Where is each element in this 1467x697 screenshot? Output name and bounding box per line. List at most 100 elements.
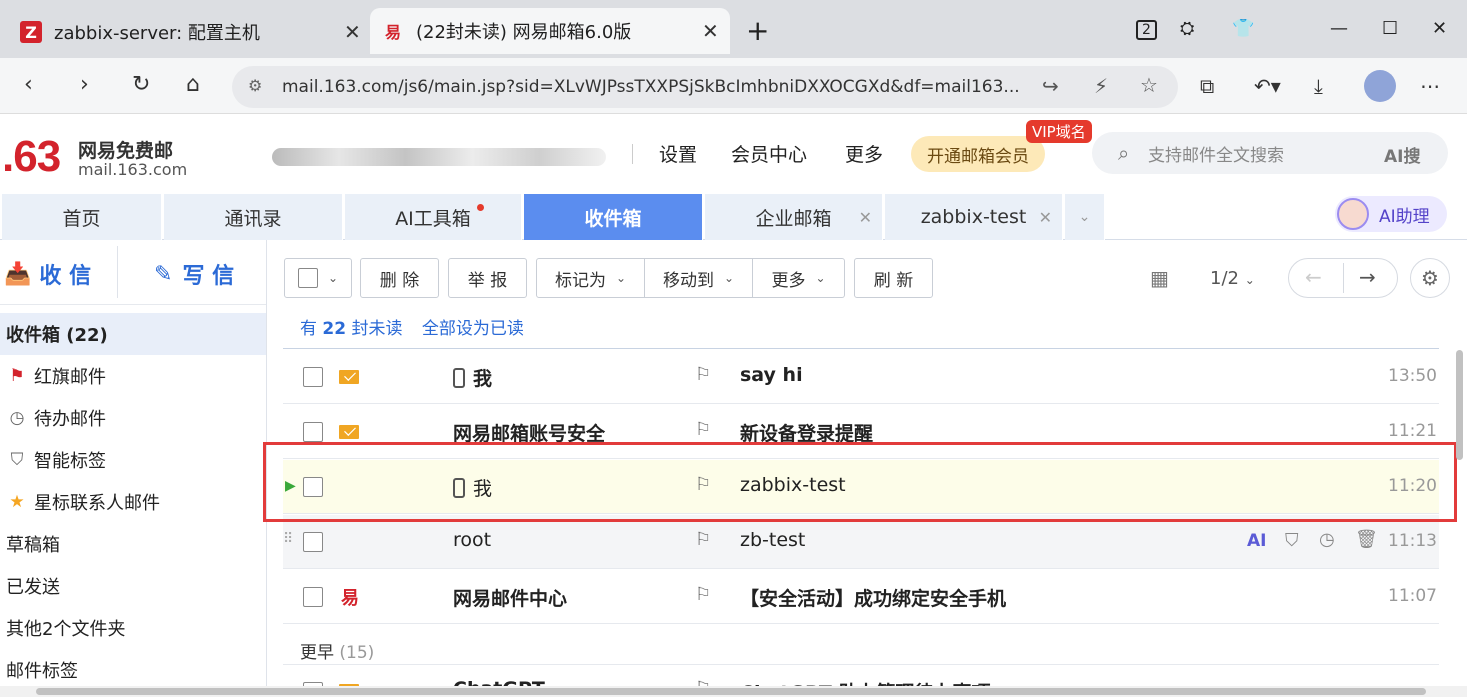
select-all-dropdown[interactable]: ⌄ <box>284 258 352 298</box>
horizontal-scrollbar[interactable] <box>0 686 1467 697</box>
clock-icon[interactable]: ◷ <box>1319 529 1335 550</box>
bolt-icon[interactable]: ⚡ <box>1094 74 1108 98</box>
member-center-link[interactable]: 会员中心 <box>731 140 807 167</box>
flag-icon: ⚑ <box>9 366 25 386</box>
bookmark-star-icon[interactable]: ☆ <box>1140 73 1158 97</box>
vip-membership-button[interactable]: 开通邮箱会员 <box>911 136 1045 172</box>
more-dropdown[interactable]: 更多 ⌄ <box>753 258 845 298</box>
sidebar-item-todo[interactable]: ◷ 待办邮件 <box>0 397 266 439</box>
maximize-icon[interactable]: ☐ <box>1382 18 1398 39</box>
incognito-icon[interactable]: ⛭ <box>1180 18 1194 39</box>
search-input[interactable]: ⌕ 支持邮件全文搜索 AI搜 <box>1092 132 1448 174</box>
tab-inbox[interactable]: 收件箱 <box>524 194 703 240</box>
close-tab-icon[interactable]: ✕ <box>702 19 719 43</box>
tab-home[interactable]: 首页 <box>2 194 162 240</box>
refresh-button[interactable]: 刷 新 <box>854 258 933 298</box>
mark-all-read-link[interactable]: 全部设为已读 <box>422 319 524 339</box>
site-info-icon[interactable]: ⚙ <box>248 76 262 95</box>
tab-contacts[interactable]: 通讯录 <box>164 194 343 240</box>
mail-checkbox[interactable] <box>303 367 323 387</box>
earlier-group-header[interactable]: 更早 (15) <box>300 638 374 663</box>
flag-outline-icon[interactable]: ⚐ <box>695 529 711 550</box>
scroll-thumb[interactable] <box>36 688 1426 695</box>
trash-icon[interactable]: 🗑 <box>1355 529 1378 550</box>
select-all-checkbox[interactable] <box>297 268 318 288</box>
flag-outline-icon[interactable]: ⚐ <box>695 419 711 440</box>
calendar-icon[interactable]: ▦ <box>1150 266 1169 290</box>
sidebar-item-label: 收件箱 (22) <box>6 325 108 346</box>
close-tab-icon[interactable]: ✕ <box>859 208 872 227</box>
undo-icon[interactable]: ↶▾ <box>1254 74 1281 98</box>
divider <box>283 664 1439 665</box>
browser-tab-zabbix[interactable]: Z zabbix-server: 配置主机 ✕ <box>20 10 365 54</box>
ai-search-button[interactable]: AI搜 <box>1384 142 1420 167</box>
reload-icon[interactable]: ↻ <box>132 72 150 97</box>
next-page-icon[interactable]: → <box>1359 265 1376 289</box>
tabs-overflow-button[interactable]: ⌄ <box>1065 194 1105 240</box>
more-menu-icon[interactable]: ⋯ <box>1420 74 1440 98</box>
group-label: 更早 <box>300 643 334 663</box>
mail-row[interactable]: 我 ⚐ say hi 13:50 <box>283 350 1439 404</box>
unread-suffix: 封未读 <box>351 319 403 339</box>
settings-link[interactable]: 设置 <box>659 140 697 167</box>
vip-domain-tag[interactable]: VIP域名 <box>1026 120 1092 143</box>
forward-icon[interactable]: › <box>80 72 89 97</box>
mail-time: 11:13 <box>1388 531 1437 551</box>
minimize-icon[interactable]: — <box>1330 18 1348 39</box>
tab-enterprise-mail[interactable]: 企业邮箱 ✕ <box>705 194 883 240</box>
divider <box>1343 263 1344 293</box>
back-icon[interactable]: ‹ <box>24 72 33 97</box>
sidebar-item-drafts[interactable]: 草稿箱 <box>0 523 266 565</box>
list-settings-gear-icon[interactable]: ⚙ <box>1410 258 1450 298</box>
chevron-down-icon: ⌄ <box>723 271 735 285</box>
share-icon[interactable]: ↪ <box>1042 74 1059 98</box>
tab-count-icon[interactable]: 2 <box>1136 20 1157 40</box>
flag-outline-icon[interactable]: ⚐ <box>695 364 711 385</box>
url-field[interactable]: ⚙ mail.163.com/js6/main.jsp?sid=XLvWJPss… <box>232 66 1178 108</box>
sidebar-item-inbox[interactable]: 收件箱 (22) <box>0 313 266 355</box>
browser-tab-mail[interactable]: 易 (22封未读) 网易邮箱6.0版 ✕ <box>370 8 730 54</box>
tab-ai-toolbox[interactable]: AI工具箱 <box>345 194 522 240</box>
mark-as-dropdown[interactable]: 标记为 ⌄ <box>536 258 645 298</box>
sidebar-item-red-flag[interactable]: ⚑ 红旗邮件 <box>0 355 266 397</box>
mail-checkbox[interactable] <box>303 532 323 552</box>
prev-page-icon[interactable]: ← <box>1305 265 1322 289</box>
close-tab-icon[interactable]: ✕ <box>1039 208 1052 227</box>
mail-checkbox[interactable] <box>303 422 323 442</box>
ai-summary-icon[interactable]: AI <box>1247 531 1266 551</box>
sidebar-item-other-folders[interactable]: 其他2个文件夹 <box>0 607 266 649</box>
move-to-label: 移动到 <box>662 270 714 291</box>
shirt-icon[interactable]: 👕 <box>1232 18 1254 39</box>
ai-assistant-button[interactable]: AI助理 <box>1335 196 1447 232</box>
close-tab-icon[interactable]: ✕ <box>344 20 361 44</box>
sidebar-item-mail-tags[interactable]: 邮件标签 <box>0 649 266 691</box>
mail-checkbox[interactable] <box>303 587 323 607</box>
profile-avatar[interactable] <box>1364 70 1396 102</box>
home-icon[interactable]: ⌂ <box>186 72 200 97</box>
move-to-dropdown[interactable]: 移动到 ⌄ <box>645 258 753 298</box>
vertical-scrollbar[interactable] <box>1456 350 1463 460</box>
download-icon[interactable]: ⤓ <box>1314 74 1323 98</box>
compose-button[interactable]: ✎ 写 信 <box>154 246 234 302</box>
sidebar-item-label: 待办邮件 <box>34 409 106 430</box>
netease-logo-icon: 易 <box>341 588 359 609</box>
mail-subject: zb-test <box>740 529 806 551</box>
extensions-icon[interactable]: ⧉ <box>1200 74 1214 98</box>
mail-row[interactable]: 易 网易邮件中心 ⚐ 【安全活动】成功绑定安全手机 11:07 <box>283 570 1439 624</box>
report-button[interactable]: 举 报 <box>448 258 527 298</box>
mail-row-hover[interactable]: ⠿ root ⚐ zb-test AI ⛉ ◷ 🗑 11:13 <box>283 515 1439 569</box>
new-tab-button[interactable]: + <box>746 14 769 47</box>
delete-button[interactable]: 删 除 <box>360 258 439 298</box>
drag-handle-icon[interactable]: ⠿ <box>283 531 293 547</box>
tab-zabbix-test[interactable]: zabbix-test ✕ <box>885 194 1063 240</box>
flag-outline-icon[interactable]: ⚐ <box>695 584 711 605</box>
sidebar-item-starred[interactable]: ★ 星标联系人邮件 <box>0 481 266 523</box>
page-selector[interactable]: 1/2 ⌄ <box>1210 268 1255 289</box>
close-window-icon[interactable]: ✕ <box>1432 18 1447 39</box>
receive-mail-button[interactable]: 📥 收 信 <box>4 246 91 302</box>
sidebar-item-sent[interactable]: 已发送 <box>0 565 266 607</box>
more-link[interactable]: 更多 <box>845 140 883 167</box>
mail-sender: 网易邮件中心 <box>453 588 568 610</box>
bookmark-icon[interactable]: ⛉ <box>1285 530 1299 551</box>
sidebar-item-smart-tags[interactable]: ⛉ 智能标签 <box>0 439 266 481</box>
